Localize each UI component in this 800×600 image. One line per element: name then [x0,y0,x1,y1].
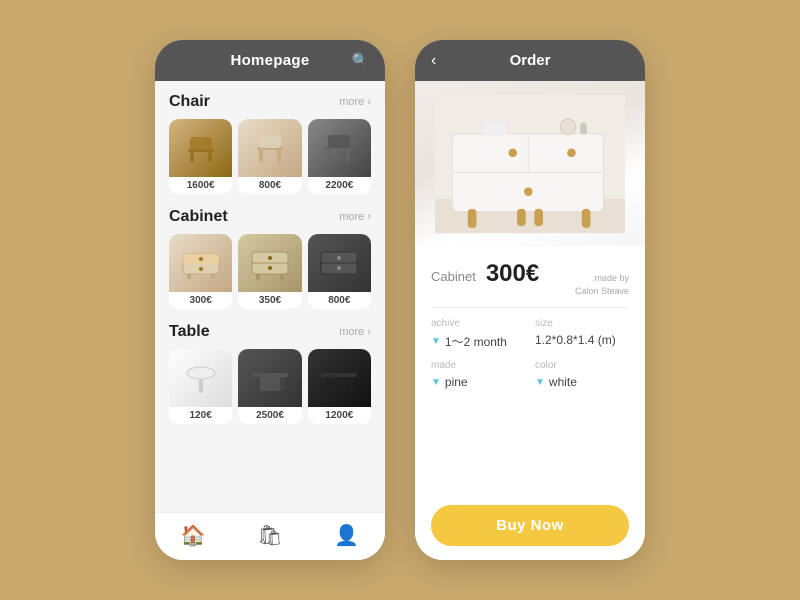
spec-made: made ▼ pine [431,360,525,389]
chair-svg-1 [180,127,222,169]
spec-color-value: white [549,375,577,389]
cabinet-svg-3 [317,244,361,282]
cabinet-img-3 [308,234,371,292]
chair-product-row: 1600€ 800€ [169,119,371,194]
spec-size-label: size [535,318,629,329]
product-maker: made by Calon Steave [575,272,629,297]
cabinet-img-2 [238,234,301,292]
table-card-1[interactable]: 120€ [169,349,232,424]
cabinet-img-1 [169,234,232,292]
table-section: Table more › 120€ [169,323,371,424]
left-header-title: Homepage [230,52,309,69]
table-img-2 [238,349,301,407]
table-price-3: 1200€ [308,407,371,424]
back-icon[interactable]: ‹ [431,52,436,70]
table-svg-3 [317,359,361,397]
chair-card-1[interactable]: 1600€ [169,119,232,194]
chair-price-1: 1600€ [169,177,232,194]
chair-img-1 [169,119,232,177]
chair-section-title: Chair [169,93,210,111]
cabinet-svg-2 [248,244,292,282]
table-more-button[interactable]: more › [339,326,371,338]
buy-now-button[interactable]: Buy Now [431,505,629,546]
cabinet-section-title: Cabinet [169,208,228,226]
spec-made-arrow: ▼ [431,377,441,388]
table-price-1: 120€ [169,407,232,424]
order-title-row: Cabinet 300€ made by Calon Steave [431,260,629,297]
chair-section-header: Chair more › [169,93,371,111]
cabinet-card-3[interactable]: 800€ [308,234,371,309]
cabinet-section: Cabinet more › 300€ [169,208,371,309]
table-svg-1 [181,359,221,397]
chair-img-3 [308,119,371,177]
spec-made-value-row[interactable]: ▼ pine [431,375,525,389]
spec-size: size 1.2*0.8*1.4 (m) [535,318,629,350]
cabinet-more-button[interactable]: more › [339,211,371,223]
table-section-header: Table more › [169,323,371,341]
spec-made-label: made [431,360,525,371]
right-phone: ‹ Order [415,40,645,560]
chair-more-button[interactable]: more › [339,96,371,108]
spec-achive: achive ▼ 1～2 month [431,318,525,350]
chair-price-3: 2200€ [308,177,371,194]
table-price-2: 2500€ [238,407,301,424]
chair-card-2[interactable]: 800€ [238,119,301,194]
table-card-2[interactable]: 2500€ [238,349,301,424]
order-header: ‹ Order [415,40,645,81]
spec-size-value: 1.2*0.8*1.4 (m) [535,333,616,347]
spec-made-value: pine [445,375,468,389]
spec-color: color ▼ white [535,360,629,389]
cart-icon: 🛍 [257,523,282,548]
cabinet-price-1: 300€ [169,292,232,309]
nav-profile[interactable]: 👤 [308,523,385,548]
cabinet-price-3: 800€ [308,292,371,309]
spec-achive-label: achive [431,318,525,329]
maker-line1: made by [575,272,629,285]
spec-achive-arrow: ▼ [431,336,441,347]
spec-color-value-row[interactable]: ▼ white [535,375,629,389]
order-header-title: Order [510,52,551,69]
cabinet-card-1[interactable]: 300€ [169,234,232,309]
bottom-nav: 🏠 🛍 👤 [155,512,385,560]
product-hero-image [415,81,645,246]
left-phone: Homepage 🔍 Chair more › [155,40,385,560]
table-img-3 [308,349,371,407]
divider-1 [431,307,629,308]
spec-achive-value: 1～2 month [445,333,507,350]
chair-price-2: 800€ [238,177,301,194]
spec-achive-value-row[interactable]: ▼ 1～2 month [431,333,525,350]
cabinet-product-row: 300€ 350€ [169,234,371,309]
left-header: Homepage 🔍 [155,40,385,81]
table-card-3[interactable]: 1200€ [308,349,371,424]
cabinet-price-2: 350€ [238,292,301,309]
chair-img-2 [238,119,301,177]
order-details: Cabinet 300€ made by Calon Steave achive… [415,246,645,560]
home-icon: 🏠 [181,523,206,548]
left-content: Chair more › 1600€ [155,81,385,512]
cabinet-svg-1 [179,244,223,282]
nav-cart[interactable]: 🛍 [232,523,309,548]
chair-section: Chair more › 1600€ [169,93,371,194]
specs-grid: achive ▼ 1～2 month size 1.2*0.8*1.4 (m) … [431,318,629,389]
product-price: 300€ [486,260,539,288]
table-svg-2 [248,359,292,397]
cabinet-section-header: Cabinet more › [169,208,371,226]
spec-color-label: color [535,360,629,371]
chair-card-3[interactable]: 2200€ [308,119,371,194]
table-product-row: 120€ 2500€ [169,349,371,424]
profile-icon: 👤 [334,523,359,548]
table-section-title: Table [169,323,210,341]
spec-color-arrow: ▼ [535,377,545,388]
cabinet-hero-svg [435,94,625,234]
cabinet-card-2[interactable]: 350€ [238,234,301,309]
chair-svg-3 [318,127,360,169]
maker-line2: Calon Steave [575,285,629,298]
nav-home[interactable]: 🏠 [155,523,232,548]
chair-svg-2 [249,127,291,169]
spec-size-value-row: 1.2*0.8*1.4 (m) [535,333,629,347]
product-category: Cabinet [431,269,476,284]
table-img-1 [169,349,232,407]
search-icon[interactable]: 🔍 [352,52,369,69]
